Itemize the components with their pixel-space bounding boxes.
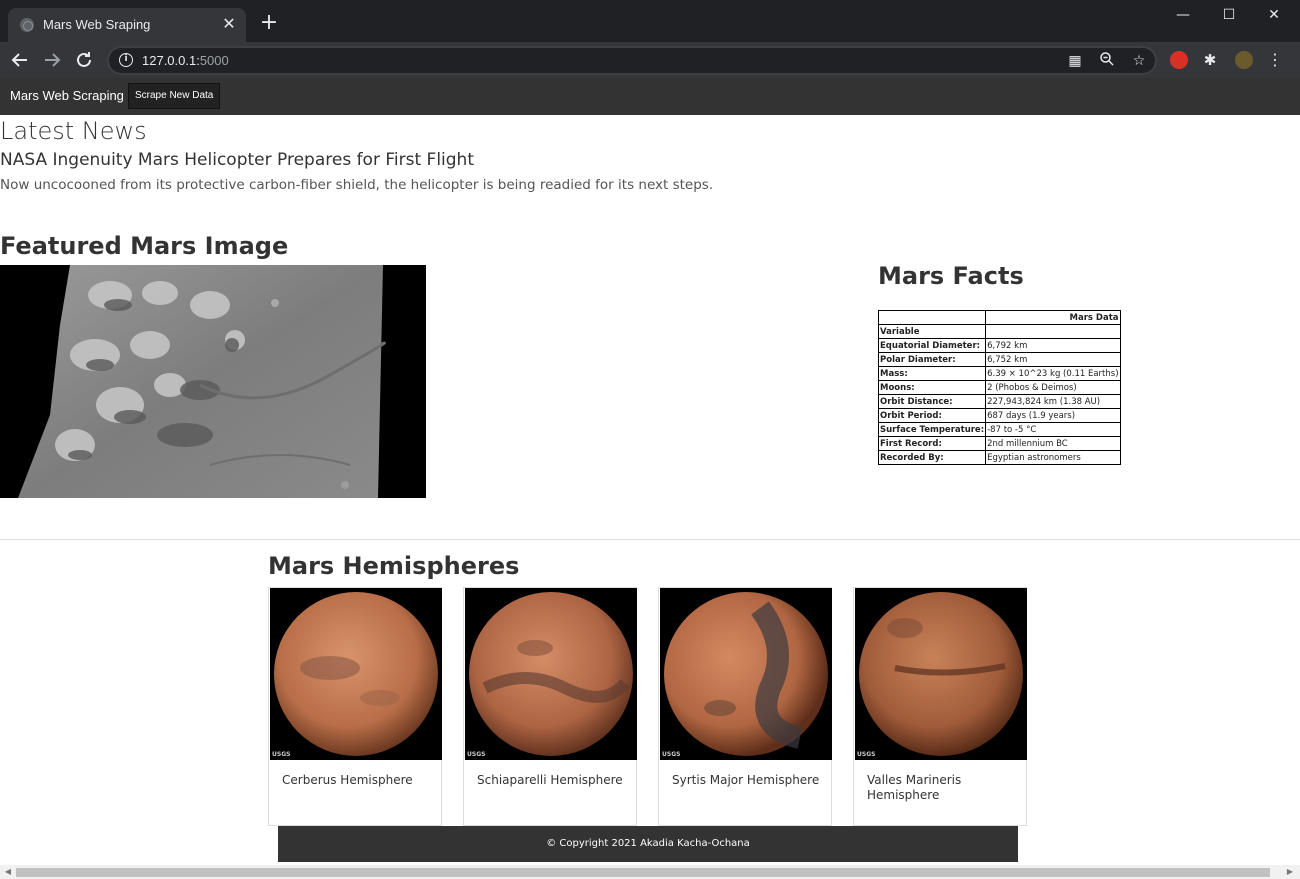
hemisphere-image[interactable]: USGS bbox=[855, 588, 1027, 760]
fact-value: -87 to -5 °C bbox=[985, 422, 1121, 437]
star-icon[interactable]: ☆ bbox=[1129, 51, 1149, 71]
table-index-label: Variable bbox=[877, 324, 987, 339]
featured-mars-image bbox=[0, 265, 426, 498]
fact-key: Equatorial Diameter: bbox=[877, 338, 987, 353]
info-icon[interactable]: i bbox=[119, 53, 133, 67]
close-tab-icon[interactable]: ✕ bbox=[220, 15, 238, 33]
browser-tab[interactable]: Mars Web Sraping ✕ bbox=[8, 8, 246, 42]
section-divider bbox=[0, 539, 1300, 540]
table-header-mars-data: Mars Data bbox=[985, 310, 1121, 325]
table-row: Moons: 2 (Phobos & Deimos) bbox=[877, 380, 1121, 395]
fact-key: Mass: bbox=[877, 366, 987, 381]
hemisphere-card-cerberus[interactable]: USGS Cerberus Hemisphere bbox=[268, 587, 442, 826]
news-paragraph: Now uncocooned from its protective carbo… bbox=[0, 177, 714, 193]
new-tab-button[interactable]: + bbox=[258, 12, 280, 34]
maximize-button[interactable]: ☐ bbox=[1206, 4, 1252, 26]
scrollbar-thumb[interactable] bbox=[16, 868, 1270, 877]
table-row: Orbit Distance: 227,943,824 km (1.38 AU) bbox=[877, 394, 1121, 409]
table-header-blank bbox=[877, 310, 987, 325]
fact-key: First Record: bbox=[877, 436, 987, 451]
back-button[interactable] bbox=[8, 48, 32, 72]
table-row: Polar Diameter: 6,752 km bbox=[877, 352, 1121, 367]
url-text[interactable]: 127.0.0.1:5000 bbox=[142, 53, 229, 68]
fact-value: 6.39 × 10^23 kg (0.11 Earths) bbox=[985, 366, 1121, 381]
table-row: First Record: 2nd millennium BC bbox=[877, 436, 1121, 451]
table-header-row: Mars Data bbox=[877, 310, 1121, 325]
hemisphere-card-syrtis-major[interactable]: USGS Syrtis Major Hemisphere bbox=[658, 587, 832, 826]
close-window-button[interactable]: ✕ bbox=[1251, 4, 1297, 26]
puzzle-icon[interactable]: ✱ bbox=[1198, 48, 1222, 72]
profile-avatar[interactable] bbox=[1235, 51, 1253, 69]
fact-value: 2 (Phobos & Deimos) bbox=[985, 380, 1121, 395]
scroll-right-icon[interactable]: ▶ bbox=[1284, 866, 1296, 878]
hemisphere-card-schiaparelli[interactable]: USGS Schiaparelli Hemisphere bbox=[463, 587, 637, 826]
horizontal-scrollbar[interactable]: ◀ ▶ bbox=[0, 865, 1300, 879]
address-bar[interactable]: i 127.0.0.1:5000 ▦ ☆ bbox=[107, 46, 1157, 75]
hemisphere-image[interactable]: USGS bbox=[270, 588, 442, 760]
fact-key: Polar Diameter: bbox=[877, 352, 987, 367]
hemisphere-image[interactable]: USGS bbox=[465, 588, 637, 760]
fact-key: Moons: bbox=[877, 380, 987, 395]
hemisphere-card-valles-marineris[interactable]: USGS Valles Marineris Hemisphere bbox=[853, 587, 1027, 826]
mars-hemispheres-heading: Mars Hemispheres bbox=[268, 552, 520, 580]
browser-tabstrip: Mars Web Sraping ✕ + — ☐ ✕ bbox=[0, 0, 1300, 42]
fact-value: Egyptian astronomers bbox=[985, 450, 1121, 465]
brand-link[interactable]: Mars Web Scraping bbox=[10, 88, 124, 103]
table-index-row: Variable bbox=[877, 324, 1121, 339]
table-row: Recorded By: Egyptian astronomers bbox=[877, 450, 1121, 465]
browser-toolbar: i 127.0.0.1:5000 ▦ ☆ ✱ ⋮ bbox=[0, 42, 1300, 78]
arrow-left-icon bbox=[11, 53, 27, 67]
fact-key: Orbit Distance: bbox=[877, 394, 987, 409]
kebab-menu-icon[interactable]: ⋮ bbox=[1263, 48, 1287, 72]
fact-value: 227,943,824 km (1.38 AU) bbox=[985, 394, 1121, 409]
fact-value: 6,752 km bbox=[985, 352, 1121, 367]
table-row: Equatorial Diameter: 6,792 km bbox=[877, 338, 1121, 353]
page-navbar: Mars Web Scraping Scrape New Data bbox=[0, 78, 1300, 115]
arrow-right-icon bbox=[45, 53, 61, 67]
usgs-logo: USGS bbox=[662, 751, 681, 758]
scrape-new-data-button[interactable]: Scrape New Data bbox=[128, 83, 221, 109]
hemisphere-image[interactable]: USGS bbox=[660, 588, 832, 760]
mars-facts-table: Mars Data Variable Equatorial Diameter: 6… bbox=[877, 310, 1121, 465]
minimize-button[interactable]: — bbox=[1160, 4, 1206, 26]
forward-button[interactable] bbox=[40, 48, 64, 72]
reload-button[interactable] bbox=[72, 48, 96, 72]
fact-key: Recorded By: bbox=[877, 450, 987, 465]
featured-image-heading: Featured Mars Image bbox=[0, 232, 289, 260]
hemisphere-label[interactable]: Valles Marineris Hemisphere bbox=[867, 773, 1017, 803]
hemisphere-label[interactable]: Schiaparelli Hemisphere bbox=[477, 773, 627, 788]
fact-value: 6,792 km bbox=[985, 338, 1121, 353]
usgs-logo: USGS bbox=[272, 751, 291, 758]
usgs-logo: USGS bbox=[467, 751, 486, 758]
mars-facts-heading: Mars Facts bbox=[878, 262, 1024, 290]
table-row: Orbit Period: 687 days (1.9 years) bbox=[877, 408, 1121, 423]
latest-news-heading: Latest News bbox=[0, 117, 147, 145]
usgs-logo: USGS bbox=[857, 751, 876, 758]
hemisphere-label[interactable]: Cerberus Hemisphere bbox=[282, 773, 432, 788]
tab-title: Mars Web Sraping bbox=[43, 17, 151, 32]
fact-key: Surface Temperature: bbox=[877, 422, 987, 437]
hemisphere-label[interactable]: Syrtis Major Hemisphere bbox=[672, 773, 822, 788]
fact-key: Orbit Period: bbox=[877, 408, 987, 423]
fact-value: 687 days (1.9 years) bbox=[985, 408, 1121, 423]
zoom-icon[interactable] bbox=[1097, 51, 1117, 71]
table-row: Mass: 6.39 × 10^23 kg (0.11 Earths) bbox=[877, 366, 1121, 381]
scroll-left-icon[interactable]: ◀ bbox=[2, 866, 14, 878]
table-index-blank bbox=[985, 324, 1121, 339]
table-row: Surface Temperature: -87 to -5 °C bbox=[877, 422, 1121, 437]
globe-icon bbox=[20, 18, 34, 32]
fact-value: 2nd millennium BC bbox=[985, 436, 1121, 451]
reload-icon bbox=[77, 52, 91, 67]
news-title: NASA Ingenuity Mars Helicopter Prepares … bbox=[0, 150, 474, 170]
adblock-extension-icon[interactable] bbox=[1170, 51, 1188, 69]
page-footer: © Copyright 2021 Akadia Kacha-Ochana bbox=[278, 826, 1018, 862]
qr-code-icon[interactable]: ▦ bbox=[1065, 51, 1085, 71]
